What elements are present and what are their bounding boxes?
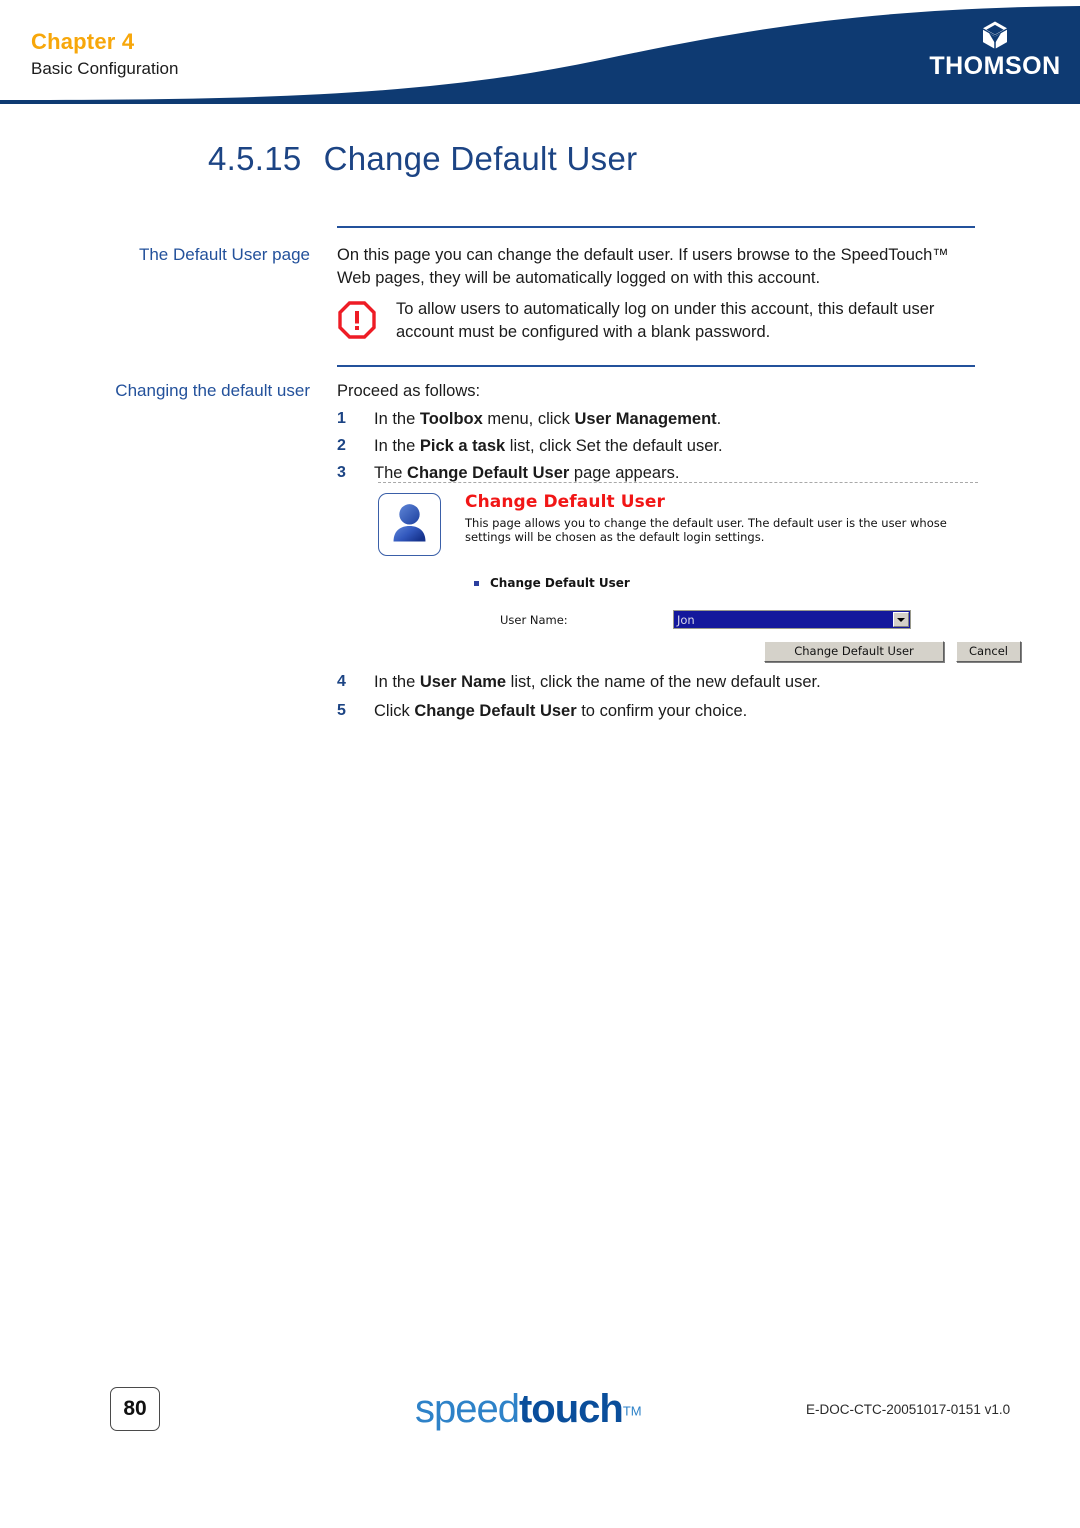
embedded-screenshot: Change Default User This page allows you… (378, 482, 1021, 663)
screenshot-header: Change Default User This page allows you… (378, 491, 978, 561)
screenshot-button-row: Change Default User Cancel (378, 641, 1021, 663)
page-header: Chapter 4 Basic Configuration THOMSON (0, 0, 1080, 104)
step-1: 1 In the Toolbox menu, click User Manage… (337, 408, 982, 431)
speedtouch-logo-tm: TM (622, 1403, 642, 1419)
step-4-pre: In the (374, 673, 420, 691)
step-5: 5 Click Change Default User to confirm y… (337, 700, 982, 723)
step-5-bold1: Change Default User (414, 702, 577, 720)
screenshot-description: This page allows you to change the defau… (465, 515, 947, 545)
proceed-intro: Proceed as follows: (337, 382, 481, 400)
divider-middle (337, 365, 975, 367)
thomson-wordmark: THOMSON (929, 52, 1061, 80)
step-1-bold2: User Management (574, 410, 717, 428)
step-5-mid: to confirm your choice. (576, 702, 748, 720)
warning-note: To allow users to automatically log on u… (337, 298, 982, 345)
step-4-bold1: User Name (419, 673, 507, 691)
document-code: E-DOC-CTC-20051017-0151 v1.0 (806, 1402, 1011, 1417)
step-2-bold1: Pick a task (419, 437, 506, 455)
step-3-mid: page appears. (569, 464, 680, 482)
page-number: 80 (110, 1387, 160, 1431)
side-label-default-user-page: The Default User page (138, 245, 310, 264)
screenshot-section-label: Change Default User (474, 576, 978, 590)
step-2-mid: list, click Set the default user. (505, 437, 723, 455)
screenshot-section-label-text: Change Default User (490, 576, 630, 590)
chapter-label: Chapter 4 (31, 29, 135, 54)
thomson-logo: THOMSON (924, 20, 1066, 79)
page-footer: 80 speedtouchTM E-DOC-CTC-20051017-0151 … (0, 1385, 1080, 1455)
divider-top (337, 226, 975, 228)
step-2: 2 In the Pick a task list, click Set the… (337, 435, 982, 458)
step-4: 4 In the User Name list, click the name … (337, 671, 982, 694)
default-user-paragraph: On this page you can change the default … (337, 246, 949, 288)
warning-note-text: To allow users to automatically log on u… (396, 300, 935, 342)
step-4-mid: list, click the name of the new default … (506, 673, 821, 691)
step-1-bold1: Toolbox (419, 410, 483, 428)
step-5-pre: Click (374, 702, 415, 720)
step-5-number: 5 (337, 702, 346, 719)
change-default-user-button[interactable]: Change Default User (764, 641, 944, 662)
thomson-cube-icon (983, 21, 1007, 49)
step-1-number: 1 (337, 410, 346, 427)
step-1-post: . (716, 410, 722, 428)
user-name-row: User Name: Jon (378, 610, 978, 630)
user-name-label: User Name: (500, 613, 568, 627)
warning-octagon-icon (338, 301, 376, 339)
section-title-text: Change Default User (323, 140, 638, 177)
step-3-bold1: Change Default User (407, 464, 570, 482)
step-2-pre: In the (374, 437, 420, 455)
user-avatar-icon (393, 504, 426, 542)
section-number: 4.5.15 (208, 140, 302, 177)
step-2-number: 2 (337, 437, 346, 454)
chapter-block: Chapter 4 Basic Configuration (31, 29, 179, 80)
step-3-pre: The (374, 464, 408, 482)
side-label-changing-default-user: Changing the default user (115, 381, 310, 400)
speedtouch-logo: speedtouchTM (415, 1387, 642, 1432)
user-name-select[interactable]: Jon (673, 610, 911, 629)
step-3-number: 3 (337, 464, 346, 481)
step-1-pre: In the (374, 410, 420, 428)
page-title: 4.5.15 Change Default User (208, 140, 637, 178)
cancel-button[interactable]: Cancel (956, 641, 1021, 662)
step-4-number: 4 (337, 673, 346, 690)
avatar (378, 493, 441, 556)
chevron-down-icon[interactable] (893, 612, 909, 627)
speedtouch-logo-touch: touch (518, 1387, 624, 1431)
square-bullet-icon (474, 581, 479, 586)
user-name-selected-value: Jon (677, 613, 695, 627)
chapter-subtitle: Basic Configuration (31, 58, 179, 78)
screenshot-title: Change Default User (465, 492, 665, 512)
speedtouch-logo-speed: speed (415, 1387, 520, 1431)
screenshot-header-text: Change Default User This page allows you… (465, 491, 978, 545)
step-1-mid: menu, click (482, 410, 575, 428)
